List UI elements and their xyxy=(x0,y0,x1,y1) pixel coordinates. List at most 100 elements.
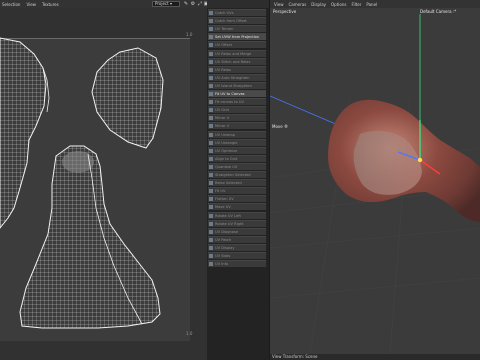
uv-menu-textures[interactable]: Textures xyxy=(42,2,59,7)
vp-menu-filter[interactable]: Filter xyxy=(351,2,361,7)
command-icon xyxy=(209,83,213,88)
command-label: UV Auto Straighten xyxy=(215,75,250,80)
command-label: Quantize UV xyxy=(215,164,238,169)
command-label: UV Diagnose xyxy=(215,229,239,234)
command-item[interactable]: Mirror V xyxy=(208,122,266,130)
command-label: Align to Grid xyxy=(215,156,238,161)
command-item[interactable]: UV Auto Straighten xyxy=(208,73,266,81)
uv-command-panel: Catch UVs Catch from Offset UV Terrain Set … xyxy=(207,0,269,360)
view-transform-status: View Transform: Scene xyxy=(272,354,318,359)
command-label: UV Island Straighten xyxy=(215,83,252,88)
move-tool-label: Move ® xyxy=(272,124,288,129)
command-item[interactable]: UV Patch xyxy=(208,235,266,243)
pencil-icon[interactable]: ✎ xyxy=(183,1,189,7)
command-item[interactable]: UV Display xyxy=(208,243,266,251)
command-icon xyxy=(209,19,213,24)
command-label: UV Grid xyxy=(215,108,229,113)
command-label: UV Unwrap xyxy=(215,132,236,137)
command-label: UV Patch xyxy=(215,237,232,242)
command-item[interactable]: UV Optimize xyxy=(208,146,266,154)
command-item[interactable]: Flatten UV xyxy=(208,195,266,203)
command-icon xyxy=(209,27,213,32)
command-label: Set UVW from Projection xyxy=(215,35,260,40)
viewport-menubar: View Cameras Display Options Filter Pane… xyxy=(270,0,480,8)
perspective-view[interactable]: Perspective Default Camera :* Move ® xyxy=(270,8,480,354)
command-label: UV Info xyxy=(215,262,229,267)
command-label: UV Terrain xyxy=(215,27,234,32)
command-item[interactable]: UV Stitch and Relax xyxy=(208,57,266,65)
command-label: UV Offset xyxy=(215,43,233,48)
command-icon xyxy=(209,181,213,186)
camera-label[interactable]: Default Camera :* xyxy=(420,9,456,14)
command-icon xyxy=(209,92,213,96)
gear-icon[interactable]: ⚙ xyxy=(190,1,196,7)
command-icon xyxy=(209,205,213,210)
texture-dropdown-value: Project xyxy=(155,1,169,6)
command-item[interactable]: Catch UVs xyxy=(208,9,266,16)
command-item[interactable]: Rotate UV Left xyxy=(208,211,266,219)
command-label: UV Stats xyxy=(215,254,231,258)
command-item[interactable]: Catch from Offset xyxy=(208,17,266,25)
command-icon xyxy=(209,132,213,137)
command-icon xyxy=(209,213,213,218)
command-icon xyxy=(209,148,213,153)
command-item[interactable]: UV Diagnose xyxy=(208,227,266,235)
uv-island-bottom xyxy=(19,145,161,329)
command-item[interactable]: UV Unwrap xyxy=(208,130,266,138)
command-label: UV Relax xyxy=(215,67,232,72)
vp-menu-options[interactable]: Options xyxy=(331,2,346,7)
command-item[interactable]: UV Info xyxy=(208,260,266,268)
command-icon xyxy=(209,189,213,194)
vp-menu-panel[interactable]: Panel xyxy=(366,2,377,7)
command-label: Rotate UV Right xyxy=(215,221,244,226)
command-item[interactable]: Rotate UV Right xyxy=(208,219,266,227)
command-label: UV Relax and Merge xyxy=(215,51,252,56)
command-label: Move UV xyxy=(215,205,231,210)
command-label: Flatten UV xyxy=(215,197,234,202)
uv-islands xyxy=(0,37,164,329)
uv-menu-selection[interactable]: Selection xyxy=(2,2,20,7)
command-label: Fit UV xyxy=(215,189,226,194)
command-item[interactable]: Straighten Selected xyxy=(208,171,266,178)
vp-menu-cameras[interactable]: Cameras xyxy=(289,2,307,7)
command-label: Catch UVs xyxy=(215,11,234,15)
command-item[interactable]: Set UVW from Projection xyxy=(208,33,266,41)
command-icon xyxy=(209,229,213,234)
command-item[interactable]: UV Offset xyxy=(208,41,266,49)
command-item[interactable]: Align to Grid xyxy=(208,154,266,162)
command-label: UV Untangle xyxy=(215,140,238,145)
command-icon xyxy=(209,140,213,145)
command-item[interactable]: Quantize UV xyxy=(208,162,266,170)
command-item[interactable]: Relax Selected xyxy=(208,179,266,187)
command-icon xyxy=(209,164,213,169)
command-icon xyxy=(209,67,213,72)
command-item[interactable]: UV Relax xyxy=(208,65,266,73)
command-item[interactable]: UV Grid xyxy=(208,106,266,114)
command-item[interactable]: Fit UV to Canvas xyxy=(208,90,266,97)
vp-menu-display[interactable]: Display xyxy=(311,2,326,7)
command-item[interactable]: Mirror U xyxy=(208,114,266,122)
command-icon xyxy=(209,124,213,129)
command-label: Relax Selected xyxy=(215,181,242,186)
command-item[interactable]: UV Untangle xyxy=(208,138,266,146)
command-icon xyxy=(209,51,213,56)
command-icon xyxy=(209,35,213,40)
texture-dropdown[interactable]: Project ▾ xyxy=(152,1,180,7)
command-icon xyxy=(209,108,213,113)
command-item[interactable]: Move UV xyxy=(208,203,266,211)
viewport-panel: View Cameras Display Options Filter Pane… xyxy=(269,0,480,360)
command-item[interactable]: Fit UV xyxy=(208,187,266,195)
command-item[interactable]: UV Terrain xyxy=(208,25,266,33)
command-item[interactable]: UV Relax and Merge xyxy=(208,49,266,57)
viewport-status-bar: View Transform: Scene xyxy=(270,354,480,360)
command-item[interactable]: UV Island Straighten xyxy=(208,81,266,89)
command-label: Rotate UV Left xyxy=(215,213,241,218)
command-label: Straighten Selected xyxy=(215,173,251,177)
command-item[interactable]: Fit canvas to UV xyxy=(208,98,266,106)
command-item[interactable]: UV Stats xyxy=(208,252,266,259)
uv-canvas[interactable]: 1.0 1.0 xyxy=(0,8,207,360)
command-icon xyxy=(209,221,213,226)
uv-menu-view[interactable]: View xyxy=(26,2,36,7)
vp-menu-view[interactable]: View xyxy=(274,2,284,7)
command-label: UV Display xyxy=(215,245,235,250)
